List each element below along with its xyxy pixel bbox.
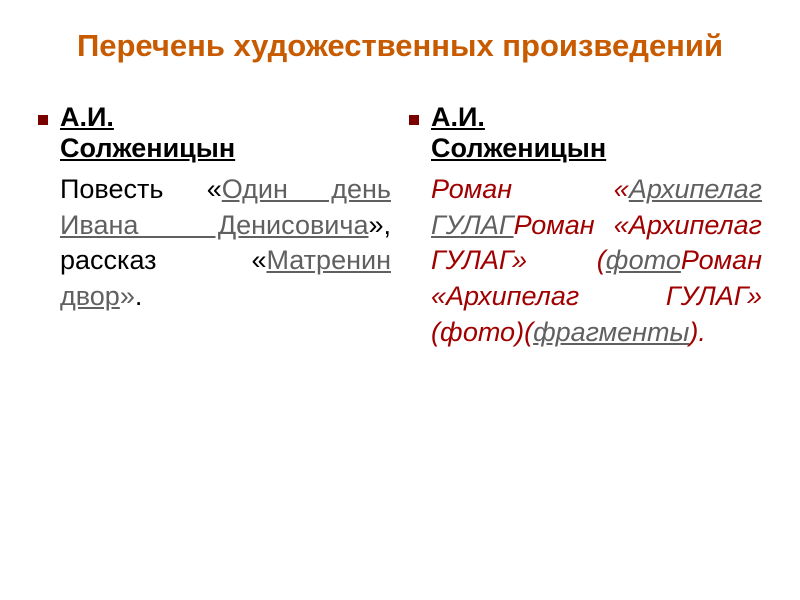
- text-plain: Повесть «: [60, 174, 222, 204]
- author-text: А.И.: [431, 102, 485, 132]
- author-text: А.И.: [60, 102, 114, 132]
- left-column: А.И. Солженицын Повесть «Один день Ивана…: [38, 102, 391, 350]
- text-red: ).: [689, 317, 706, 347]
- text-roman: Роман: [431, 172, 513, 208]
- text-plain: «: [614, 174, 629, 204]
- page-title: Перечень художественных произведений: [38, 28, 762, 64]
- list-item: А.И. Солженицын: [38, 102, 391, 164]
- right-column: А.И. Солженицын Роман «Архипелаг ГУЛАГРо…: [409, 102, 762, 350]
- author-left: А.И. Солженицын: [60, 102, 235, 164]
- bullet-icon: [409, 115, 419, 125]
- author-text: Солженицын: [60, 133, 235, 163]
- works-right: Роман «Архипелаг ГУЛАГРоман «Архипелаг Г…: [431, 172, 762, 350]
- columns-container: А.И. Солженицын Повесть «Один день Ивана…: [38, 102, 762, 350]
- text-plain: .: [135, 281, 143, 311]
- work-link-fragments[interactable]: фрагменты: [533, 317, 689, 347]
- author-text: Солженицын: [431, 133, 606, 163]
- list-item: А.И. Солженицын: [409, 102, 762, 164]
- bullet-icon: [38, 115, 48, 125]
- text-plain: »: [120, 281, 135, 311]
- work-link-photo[interactable]: фото: [606, 245, 681, 275]
- author-right: А.И. Солженицын: [431, 102, 606, 164]
- works-left: Повесть «Один день Ивана Денисовича», ра…: [60, 172, 391, 315]
